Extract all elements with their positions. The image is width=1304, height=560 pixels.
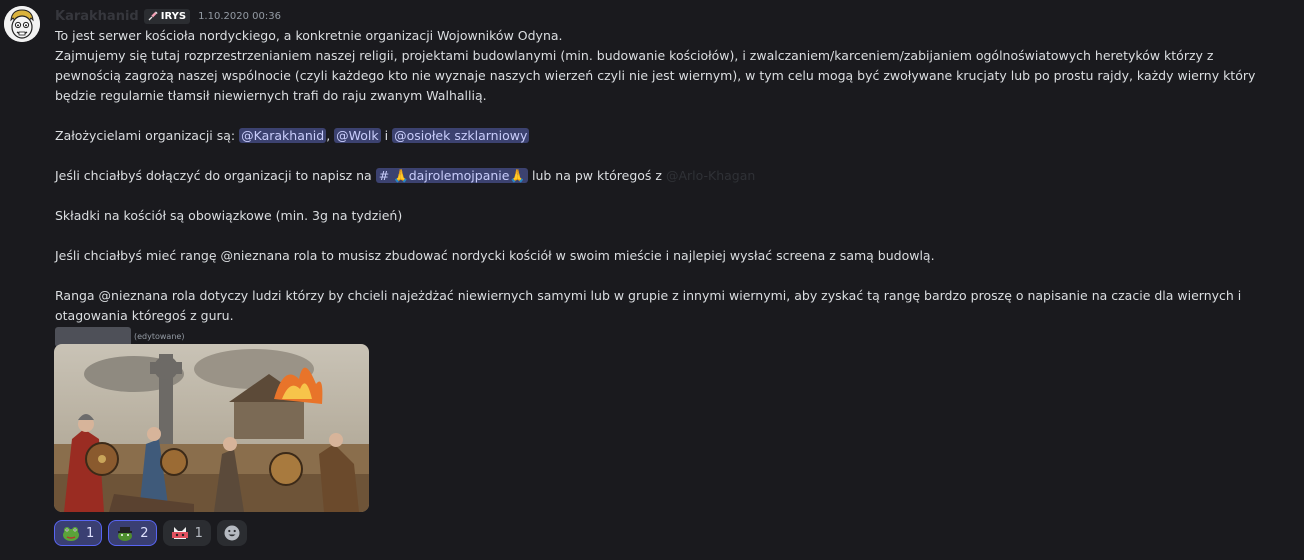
reaction-cat[interactable]: 1 — [162, 520, 211, 546]
mention-wolk[interactable]: @Wolk — [334, 128, 381, 143]
mention-karakhanid[interactable]: @Karakhanid — [239, 128, 327, 143]
viking-raid-image[interactable] — [54, 344, 369, 512]
message-header: Karakhanid IRYS 1.10.2020 00:36 — [55, 7, 281, 25]
reaction-count: 1 — [194, 525, 203, 541]
reaction-count: 2 — [140, 525, 149, 541]
raid-rank-line: Ranga @nieznana rola dotyczy ludzi którz… — [55, 288, 1242, 323]
message-timestamp[interactable]: 1.10.2020 00:36 — [198, 11, 281, 22]
message: Karakhanid IRYS 1.10.2020 00:36 To jest … — [0, 0, 1298, 552]
syringe-icon — [148, 11, 158, 21]
author-name[interactable]: Karakhanid — [55, 9, 139, 24]
frog-hat-emoji-icon — [118, 527, 133, 541]
message-content: To jest serwer kościoła nordyckiego, a k… — [55, 26, 1270, 347]
author-avatar[interactable] — [4, 6, 40, 42]
smiley-icon — [224, 525, 240, 541]
intro-line: To jest serwer kościoła nordyckiego, a k… — [55, 28, 563, 43]
edited-label: (edytowane) — [134, 331, 185, 341]
mention-osiolek[interactable]: @osiołek szklarniowy — [392, 128, 530, 143]
add-reaction-button[interactable] — [216, 520, 247, 546]
channel-mention[interactable]: # 🙏dajrolemojpanie🙏 — [375, 168, 529, 183]
avatar-face-icon — [4, 6, 40, 42]
frog-emoji-icon — [63, 527, 79, 541]
reaction-frog[interactable]: 1 — [54, 520, 103, 546]
channel-name: 🙏dajrolemojpanie🙏 — [393, 168, 526, 183]
mention-arlo-khagan[interactable]: @Arlo-Khagan — [666, 168, 755, 183]
reactions-bar: 1 2 1 — [54, 520, 247, 546]
reaction-count: 1 — [86, 525, 95, 541]
join-prefix: Jeśli chciałbyś dołączyć do organizacji … — [55, 168, 376, 183]
cat-emoji-icon — [171, 527, 188, 539]
role-badge-label: IRYS — [160, 10, 187, 22]
join-line: Jeśli chciałbyś dołączyć do organizacji … — [55, 166, 1270, 186]
separator: , — [326, 128, 335, 143]
separator: i — [380, 128, 393, 143]
rank-line: Jeśli chciałbyś mieć rangę @nieznana rol… — [55, 248, 935, 263]
reaction-frog-hat[interactable]: 2 — [108, 520, 157, 546]
join-mid: lub na pw któregoś z — [528, 168, 666, 183]
dues-line: Składki na kościół są obowiązkowe (min. … — [55, 208, 403, 223]
image-illustration — [54, 344, 369, 512]
role-badge[interactable]: IRYS — [143, 8, 191, 24]
channel-hash-icon: # — [378, 168, 390, 183]
founders-prefix: Założycielami organizacji są: — [55, 128, 240, 143]
founders-line: Założycielami organizacji są: @Karakhani… — [55, 126, 1270, 146]
description-paragraph: Zajmujemy się tutaj rozprzestrzenianiem … — [55, 48, 1256, 103]
